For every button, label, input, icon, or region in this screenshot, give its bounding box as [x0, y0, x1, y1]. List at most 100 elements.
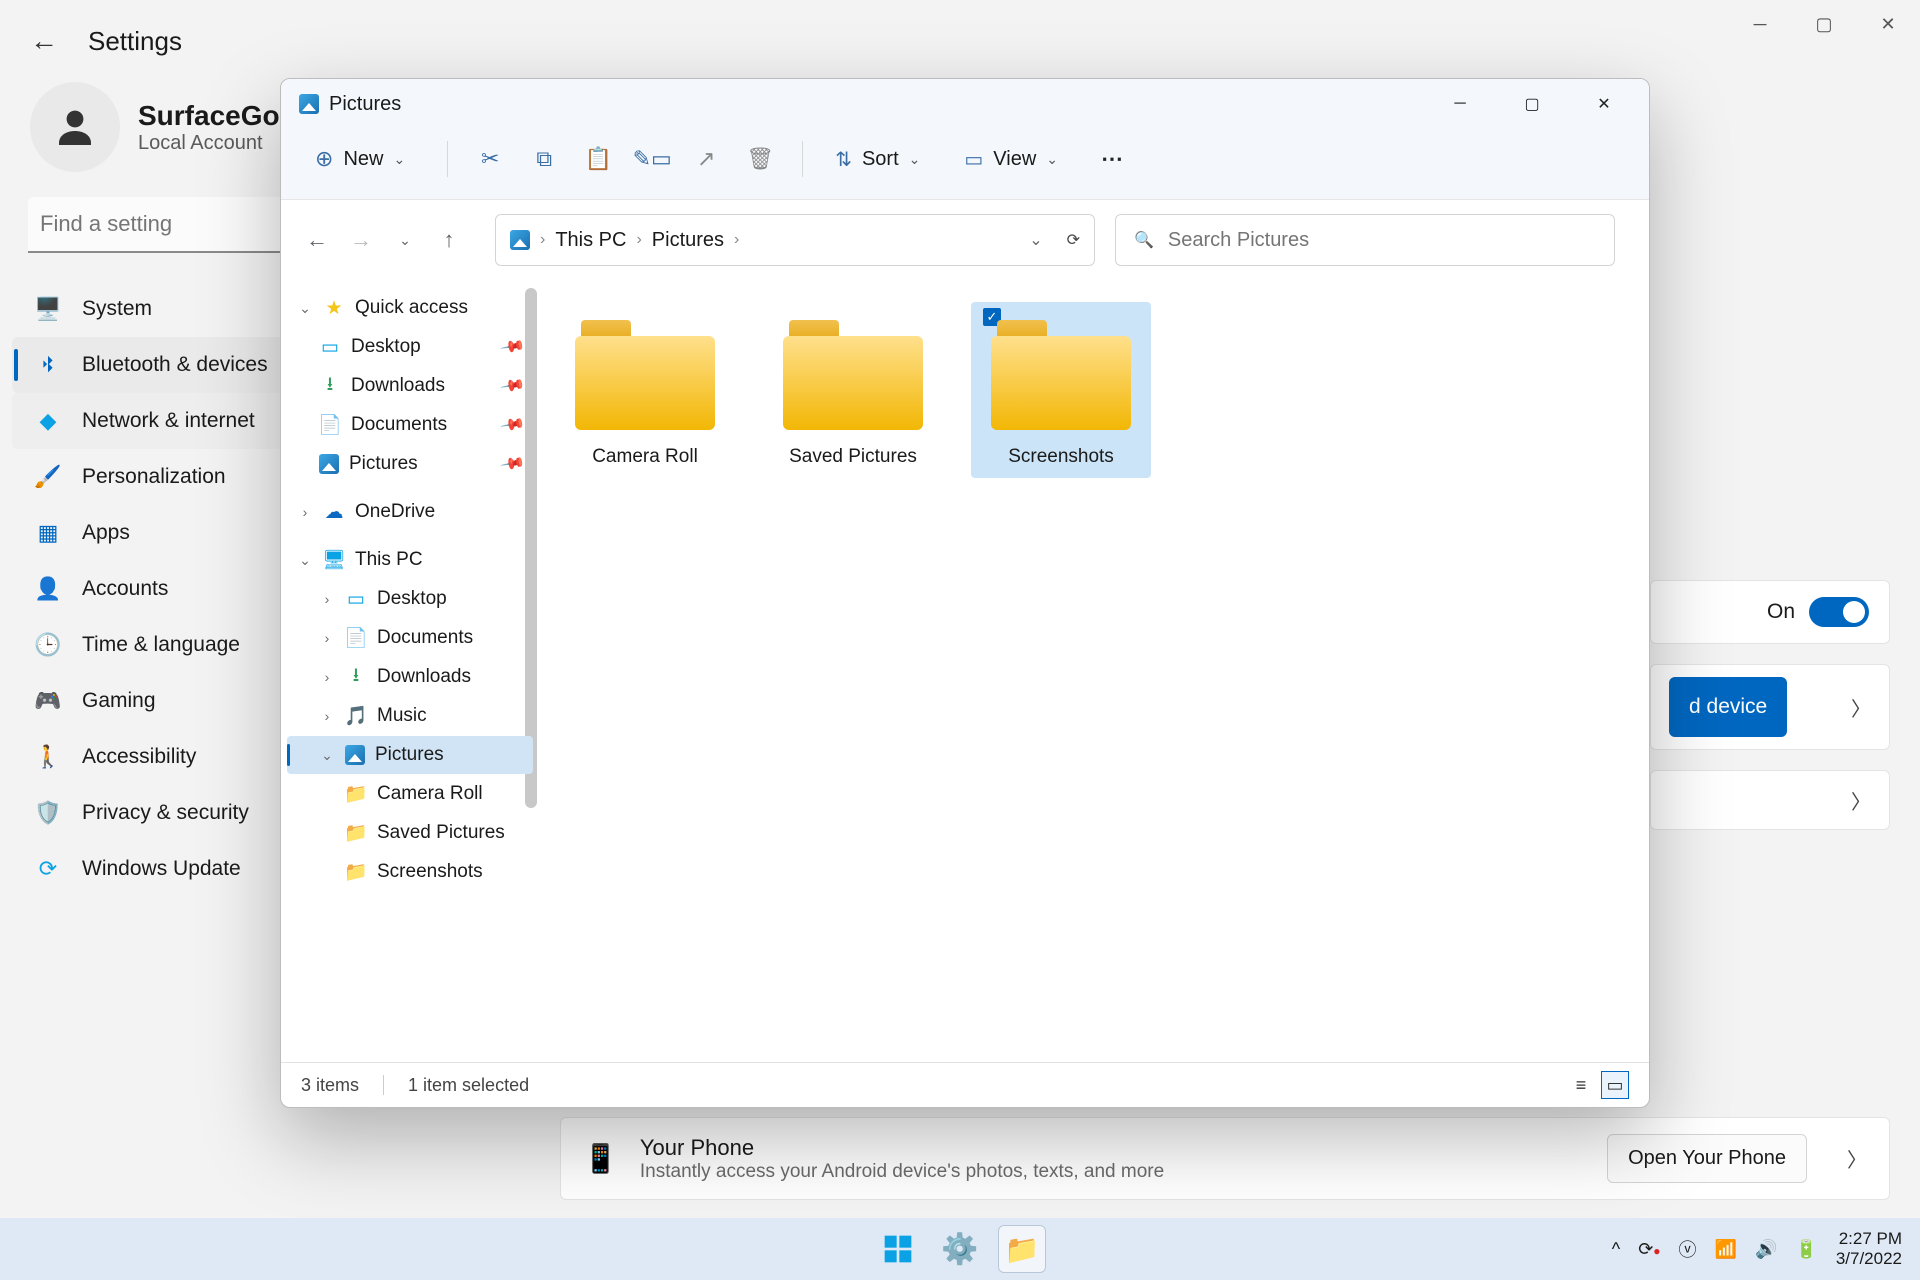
toggle-icon[interactable] — [1809, 597, 1869, 627]
tree-pc-documents[interactable]: ›📄Documents — [287, 619, 533, 657]
close-button[interactable]: ✕ — [1856, 0, 1920, 48]
add-device-button[interactable]: d device — [1669, 677, 1787, 737]
tree-thispc[interactable]: ⌄🖥This PC — [287, 541, 533, 579]
tree-screenshots[interactable]: 📁Screenshots — [287, 853, 533, 891]
chevron-right-icon: 〉 — [1847, 1144, 1867, 1173]
tray-v-icon[interactable]: ⓥ — [1679, 1236, 1697, 1262]
cut-icon[interactable]: ✂ — [468, 137, 512, 181]
breadcrumb-pictures[interactable]: Pictures — [652, 229, 724, 252]
tree-cameraroll[interactable]: 📁Camera Roll — [287, 775, 533, 813]
tree-pc-downloads[interactable]: ›⭳Downloads — [287, 658, 533, 696]
tree-downloads[interactable]: ⭳Downloads📌 — [287, 367, 533, 405]
tree-savedpictures[interactable]: 📁Saved Pictures — [287, 814, 533, 852]
explorer-minimize-button[interactable]: ─ — [1447, 91, 1473, 117]
add-device-row[interactable]: d device 〉 — [1650, 664, 1890, 750]
explorer-close-button[interactable]: ✕ — [1591, 91, 1617, 117]
taskbar-explorer[interactable]: 📁 — [998, 1225, 1046, 1273]
pin-icon: 📌 — [499, 411, 527, 439]
explorer-search[interactable]: 🔍 — [1115, 214, 1615, 266]
tree-pc-desktop[interactable]: ›▭Desktop — [287, 580, 533, 618]
tree-pictures-qa[interactable]: Pictures📌 — [287, 445, 533, 483]
tray-sync-icon[interactable]: ⟳● — [1638, 1239, 1660, 1260]
settings-window-controls: ─ ▢ ✕ — [1728, 0, 1920, 48]
sort-button[interactable]: ⇅ Sort ⌄ — [823, 139, 942, 180]
breadcrumb-thispc[interactable]: This PC — [555, 229, 626, 252]
tree-documents[interactable]: 📄Documents📌 — [287, 406, 533, 444]
user-name: SurfaceGo — [138, 100, 280, 132]
folder-cameraroll[interactable]: Camera Roll — [555, 302, 735, 478]
your-phone-title: Your Phone — [640, 1135, 1164, 1161]
chevron-down-icon: ⌄ — [1046, 151, 1068, 168]
tray-wifi-icon[interactable]: 📶 — [1715, 1239, 1737, 1260]
maximize-button[interactable]: ▢ — [1792, 0, 1856, 48]
refresh-icon[interactable]: ⟳ — [1067, 230, 1080, 250]
delete-icon[interactable]: 🗑 — [738, 137, 782, 181]
tray-chevron-icon[interactable]: ^ — [1612, 1239, 1620, 1260]
taskbar-settings[interactable]: ⚙️ — [936, 1225, 984, 1273]
tree-pc-pictures[interactable]: ⌄Pictures — [287, 736, 533, 774]
bluetooth-toggle-row[interactable]: On — [1650, 580, 1890, 644]
toggle-label: On — [1767, 600, 1795, 624]
chevron-down-icon[interactable]: ⌄ — [1029, 230, 1042, 250]
minimize-button[interactable]: ─ — [1728, 0, 1792, 48]
pin-icon: 📌 — [499, 372, 527, 400]
more-icon[interactable]: ⋯ — [1090, 137, 1134, 181]
rename-icon[interactable]: ✎▭ — [630, 137, 674, 181]
explorer-window: Pictures ─ ▢ ✕ ⊕ New ⌄ ✂ ⧉ 📋 ✎▭ ↗ 🗑 ⇅ So… — [280, 78, 1650, 1108]
status-bar: 3 items 1 item selected ≡ ▭ — [281, 1062, 1649, 1107]
view-button[interactable]: ▭ View ⌄ — [952, 139, 1080, 180]
folder-icon — [783, 320, 923, 430]
address-bar[interactable]: › This PC › Pictures › ⌄ ⟳ — [495, 214, 1095, 266]
folder-icon — [575, 320, 715, 430]
status-items: 3 items — [301, 1075, 359, 1096]
chevron-right-icon: 〉 — [1851, 786, 1871, 815]
taskbar: ⚙️ 📁 ^ ⟳● ⓥ 📶 🔊 🔋 2:27 PM 3/7/2022 — [0, 1218, 1920, 1280]
nav-forward-icon[interactable]: → — [343, 222, 379, 258]
open-your-phone-button[interactable]: Open Your Phone — [1607, 1134, 1807, 1183]
device-row-2[interactable]: 〉 — [1650, 770, 1890, 830]
pictures-icon — [299, 94, 319, 114]
status-selected: 1 item selected — [408, 1075, 529, 1096]
explorer-titlebar[interactable]: Pictures ─ ▢ ✕ — [281, 79, 1649, 129]
explorer-toolbar: ⊕ New ⌄ ✂ ⧉ 📋 ✎▭ ↗ 🗑 ⇅ Sort ⌄ ▭ View ⌄ ⋯ — [281, 129, 1649, 200]
copy-icon[interactable]: ⧉ — [522, 137, 566, 181]
nav-up-icon[interactable]: ↑ — [431, 222, 467, 258]
explorer-maximize-button[interactable]: ▢ — [1519, 91, 1545, 117]
tree-pc-music[interactable]: ›🎵Music — [287, 697, 533, 735]
content-pane[interactable]: Camera Roll Saved Pictures Screenshots — [539, 280, 1649, 1062]
your-phone-sub: Instantly access your Android device's p… — [640, 1161, 1164, 1183]
folder-savedpictures[interactable]: Saved Pictures — [763, 302, 943, 478]
tree-desktop[interactable]: ▭Desktop📌 — [287, 328, 533, 366]
phone-icon: 📱 — [583, 1142, 618, 1175]
chevron-down-icon: ⌄ — [909, 151, 931, 168]
pin-icon: 📌 — [499, 333, 527, 361]
folder-icon — [991, 320, 1131, 430]
system-tray[interactable]: ^ ⟳● ⓥ 📶 🔊 🔋 2:27 PM 3/7/2022 — [1612, 1229, 1902, 1270]
settings-title: Settings — [88, 26, 182, 57]
tray-clock[interactable]: 2:27 PM 3/7/2022 — [1836, 1229, 1902, 1270]
search-icon: 🔍 — [1134, 230, 1154, 250]
large-view-icon[interactable]: ▭ — [1601, 1071, 1629, 1099]
paste-icon[interactable]: 📋 — [576, 137, 620, 181]
start-button[interactable] — [874, 1225, 922, 1273]
explorer-navbar: ← → ⌄ ↑ › This PC › Pictures › ⌄ ⟳ 🔍 — [281, 200, 1649, 280]
nav-back-icon[interactable]: ← — [299, 222, 335, 258]
tray-volume-icon[interactable]: 🔊 — [1755, 1239, 1777, 1260]
details-view-icon[interactable]: ≡ — [1567, 1071, 1595, 1099]
nav-recent-icon[interactable]: ⌄ — [387, 222, 423, 258]
sort-icon: ⇅ — [835, 147, 852, 172]
view-icon: ▭ — [964, 147, 983, 172]
back-arrow-icon[interactable]: ← — [30, 25, 58, 57]
tray-battery-icon[interactable]: 🔋 — [1795, 1239, 1817, 1260]
tree-quickaccess[interactable]: ⌄★Quick access — [287, 289, 533, 327]
folder-screenshots[interactable]: Screenshots — [971, 302, 1151, 478]
your-phone-row[interactable]: 📱 Your Phone Instantly access your Andro… — [560, 1117, 1890, 1200]
search-input[interactable] — [1168, 229, 1596, 252]
scrollbar[interactable] — [525, 288, 537, 808]
share-icon[interactable]: ↗ — [684, 137, 728, 181]
pin-icon: 📌 — [499, 450, 527, 478]
tree-onedrive[interactable]: ›☁OneDrive — [287, 493, 533, 531]
new-button[interactable]: ⊕ New ⌄ — [303, 138, 427, 180]
avatar-icon — [30, 82, 120, 172]
explorer-title: Pictures — [329, 93, 401, 116]
